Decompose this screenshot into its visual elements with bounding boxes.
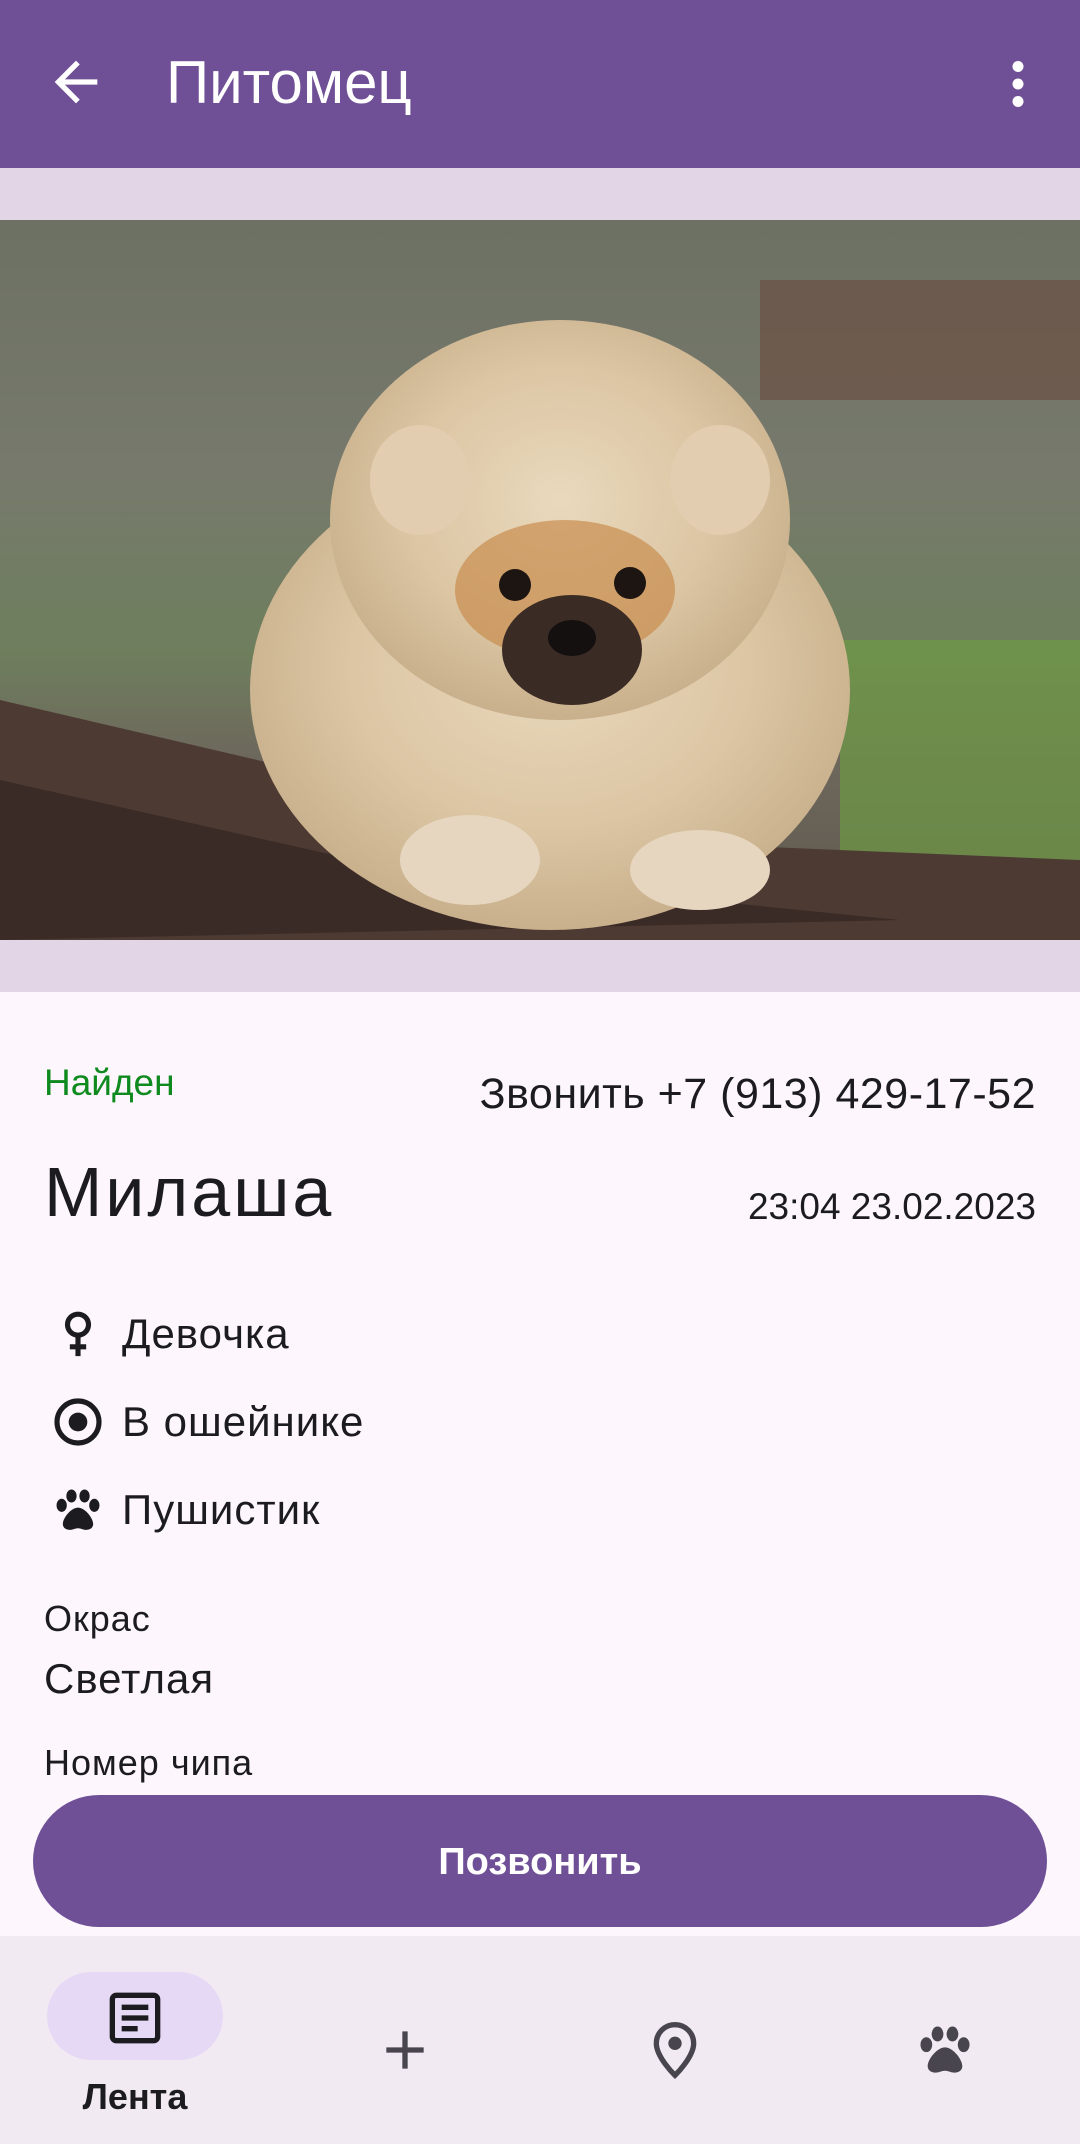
attribute-label: Пушистик — [122, 1486, 321, 1533]
status-badge: Найден — [44, 1062, 175, 1103]
add-icon — [373, 2018, 437, 2082]
attribute-label: Девочка — [122, 1310, 290, 1357]
more-vertical-icon[interactable] — [988, 52, 1048, 116]
attribute-coat: Пушистик — [44, 1468, 644, 1548]
nav-item-add[interactable] — [270, 1936, 540, 2144]
top-app-bar: Питомец — [0, 0, 1080, 168]
attribute-collar: В ошейнике — [44, 1380, 644, 1460]
field-label-chip: Номер чипа — [44, 1742, 254, 1783]
call-phone-link[interactable]: Звонить +7 (913) 429-17-52 — [480, 1070, 1036, 1119]
bottom-navigation: Лента — [0, 1936, 1080, 2144]
nav-item-feed[interactable]: Лента — [0, 1936, 270, 2144]
pet-name: Милаша — [44, 1153, 335, 1231]
page-title: Питомец — [166, 49, 412, 116]
field-value-color: Светлая — [44, 1655, 215, 1702]
nav-label: Лента — [82, 2076, 188, 2117]
nav-item-pets[interactable] — [810, 1936, 1080, 2144]
arrow-back-icon[interactable] — [44, 50, 108, 114]
feed-icon — [103, 1986, 167, 2050]
attribute-label: В ошейнике — [122, 1398, 365, 1445]
paw-icon — [50, 1482, 106, 1538]
field-label-color: Окрас — [44, 1598, 151, 1639]
nav-item-map[interactable] — [540, 1936, 810, 2144]
paw-icon — [913, 2018, 977, 2082]
radio-collar-icon — [50, 1394, 106, 1450]
female-icon — [50, 1306, 106, 1362]
pet-photo[interactable] — [0, 220, 1080, 940]
location-pin-icon — [643, 2018, 707, 2082]
call-button[interactable]: Позвонить — [33, 1795, 1047, 1927]
attribute-gender: Девочка — [44, 1292, 644, 1372]
post-date: 23:04 23.02.2023 — [747, 1186, 1036, 1227]
